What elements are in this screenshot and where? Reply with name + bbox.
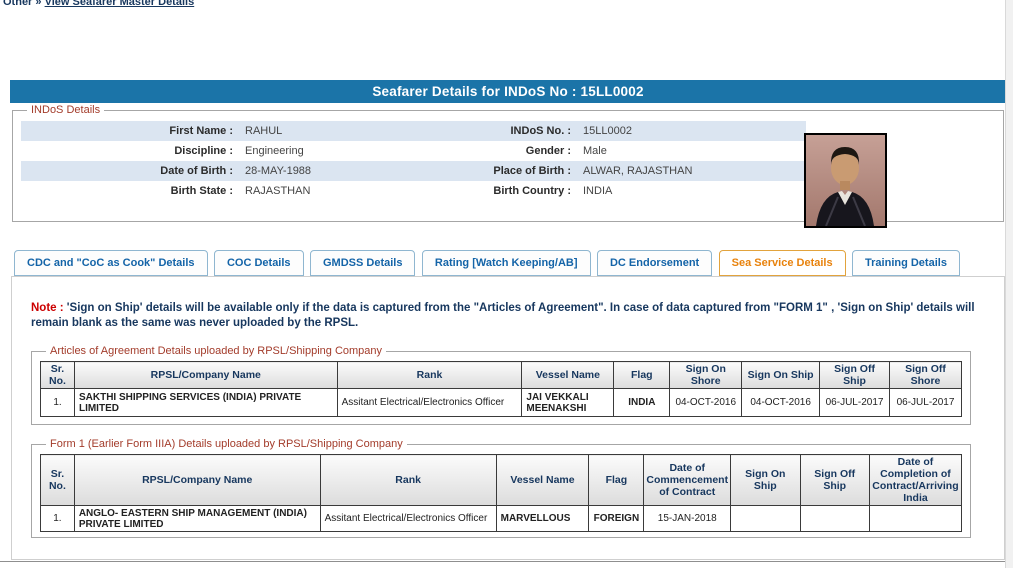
tab-dc-endorsement[interactable]: DC Endorsement: [596, 250, 713, 276]
indos-details-fieldset: INDoS Details First Name : RAHUL INDoS N…: [12, 104, 1004, 228]
tab-training-details[interactable]: Training Details: [852, 250, 960, 276]
col-rpsl-company-name: RPSL/Company Name: [73, 454, 321, 506]
field-value-indos-no: 15LL0002: [583, 125, 632, 137]
breadcrumb-current-link[interactable]: View Seafarer Master Details: [45, 0, 195, 8]
cell-sign-on-ship: [730, 505, 801, 532]
seafarer-photo: [804, 133, 887, 228]
tab-cdc-coc-as-cook-details[interactable]: CDC and "CoC as Cook" Details: [14, 250, 208, 276]
note-body: 'Sign on Ship' details will be available…: [31, 302, 975, 329]
col-sign-off-ship: Sign Off Ship: [799, 454, 870, 506]
cell-vessel: JAI VEKKALI MEENAKSHI: [521, 388, 615, 417]
field-value-gender: Male: [583, 145, 607, 157]
field-label-birth-country: Birth Country :: [493, 185, 571, 197]
scrollbar-track[interactable]: [1005, 0, 1013, 568]
field-value-discipline: Engineering: [245, 145, 304, 157]
col-date-of-completion: Date of Completion of Contract/Arriving …: [868, 454, 963, 506]
form1-header-row: Sr. No. RPSL/Company Name Rank Vessel Na…: [40, 454, 963, 506]
col-sign-off-shore: Sign Off Shore: [888, 361, 963, 389]
col-sign-on-shore: Sign On Shore: [669, 361, 743, 389]
tab-gmdss-details[interactable]: GMDSS Details: [310, 250, 416, 276]
articles-header-row: Sr. No. RPSL/Company Name Rank Vessel Na…: [40, 361, 963, 389]
col-sr-no: Sr. No.: [40, 361, 75, 389]
indos-row: Date of Birth : 28-MAY-1988 Place of Bir…: [21, 161, 806, 181]
field-label-discipline: Discipline :: [174, 145, 233, 157]
field-label-birth-state: Birth State :: [170, 185, 233, 197]
indos-details-table: First Name : RAHUL INDoS No. : 15LL0002 …: [21, 121, 806, 201]
articles-table: Sr. No. RPSL/Company Name Rank Vessel Na…: [40, 361, 963, 417]
cell-sign-on-shore: 04-OCT-2016: [669, 388, 743, 417]
col-date-of-commencement: Date of Commencement of Contract: [643, 454, 732, 506]
articles-data-row: 1. SAKTHI SHIPPING SERVICES (INDIA) PRIV…: [40, 388, 963, 417]
cell-flag: INDIA: [613, 388, 671, 417]
cell-company: SAKTHI SHIPPING SERVICES (INDIA) PRIVATE…: [73, 388, 338, 417]
cell-commencement-date: 15-JAN-2018: [643, 505, 732, 532]
breadcrumb: Other » View Seafarer Master Details: [3, 0, 194, 8]
field-label-place-of-birth: Place of Birth :: [493, 165, 571, 177]
cell-rank: Assitant Electrical/Electronics Officer: [319, 505, 497, 532]
field-value-date-of-birth: 28-MAY-1988: [245, 165, 312, 177]
col-vessel-name: Vessel Name: [521, 361, 615, 389]
tab-sea-service-details[interactable]: Sea Service Details: [718, 250, 846, 276]
sea-service-panel: Note : 'Sign on Ship' details will be av…: [11, 276, 1005, 560]
indos-row: Birth State : RAJASTHAN Birth Country : …: [21, 181, 806, 201]
indos-row: First Name : RAHUL INDoS No. : 15LL0002: [21, 121, 806, 141]
tab-coc-details[interactable]: COC Details: [213, 250, 304, 276]
col-sign-on-ship: Sign On Ship: [741, 361, 821, 389]
field-label-gender: Gender :: [525, 145, 571, 157]
cell-completion-date: [868, 505, 963, 532]
indos-row: Discipline : Engineering Gender : Male: [21, 141, 806, 161]
form1-table: Sr. No. RPSL/Company Name Rank Vessel Na…: [40, 454, 963, 532]
articles-legend: Articles of Agreement Details uploaded b…: [50, 345, 383, 357]
col-sign-on-ship: Sign On Ship: [730, 454, 801, 506]
field-value-birth-state: RAJASTHAN: [245, 185, 311, 197]
cell-sr-no: 1.: [40, 505, 75, 532]
cell-sr-no: 1.: [40, 388, 75, 417]
breadcrumb-separator: »: [35, 0, 42, 8]
cell-sign-off-ship: 06-JUL-2017: [819, 388, 890, 417]
cell-flag: FOREIGN: [588, 505, 645, 532]
field-value-first-name: RAHUL: [245, 125, 283, 137]
field-label-date-of-birth: Date of Birth :: [160, 165, 233, 177]
form1-legend: Form 1 (Earlier Form IIIA) Details uploa…: [50, 438, 403, 450]
col-sr-no: Sr. No.: [40, 454, 75, 506]
col-flag: Flag: [588, 454, 645, 506]
field-label-indos-no: INDoS No. :: [510, 125, 572, 137]
cell-vessel: MARVELLOUS: [495, 505, 590, 532]
page-title: Seafarer Details for INDoS No : 15LL0002: [10, 80, 1006, 103]
col-rank: Rank: [319, 454, 497, 506]
col-rank: Rank: [336, 361, 523, 389]
breadcrumb-root: Other: [3, 0, 33, 8]
field-value-place-of-birth: ALWAR, RAJASTHAN: [583, 165, 693, 177]
cell-company: ANGLO- EASTERN SHIP MANAGEMENT (INDIA) P…: [73, 505, 321, 532]
col-sign-off-ship: Sign Off Ship: [819, 361, 890, 389]
cell-sign-on-ship: 04-OCT-2016: [741, 388, 821, 417]
articles-of-agreement-fieldset: Articles of Agreement Details uploaded b…: [31, 345, 971, 425]
field-value-birth-country: INDIA: [583, 185, 613, 197]
note-text: Note : 'Sign on Ship' details will be av…: [31, 301, 983, 331]
cell-sign-off-shore: 06-JUL-2017: [888, 388, 963, 417]
cell-rank: Assitant Electrical/Electronics Officer: [336, 388, 523, 417]
form1-data-row: 1. ANGLO- EASTERN SHIP MANAGEMENT (INDIA…: [40, 505, 963, 532]
col-rpsl-company-name: RPSL/Company Name: [73, 361, 338, 389]
col-vessel-name: Vessel Name: [495, 454, 590, 506]
field-label-first-name: First Name :: [169, 125, 233, 137]
form1-fieldset: Form 1 (Earlier Form IIIA) Details uploa…: [31, 438, 971, 538]
col-flag: Flag: [613, 361, 671, 389]
note-label: Note :: [31, 302, 64, 314]
indos-details-legend: INDoS Details: [31, 104, 101, 116]
cell-sign-off-ship: [799, 505, 870, 532]
tab-bar: CDC and "CoC as Cook" Details COC Detail…: [14, 250, 962, 277]
tab-rating-watch-keeping-ab[interactable]: Rating [Watch Keeping/AB]: [421, 250, 591, 276]
page-bottom-divider: [0, 561, 1013, 562]
